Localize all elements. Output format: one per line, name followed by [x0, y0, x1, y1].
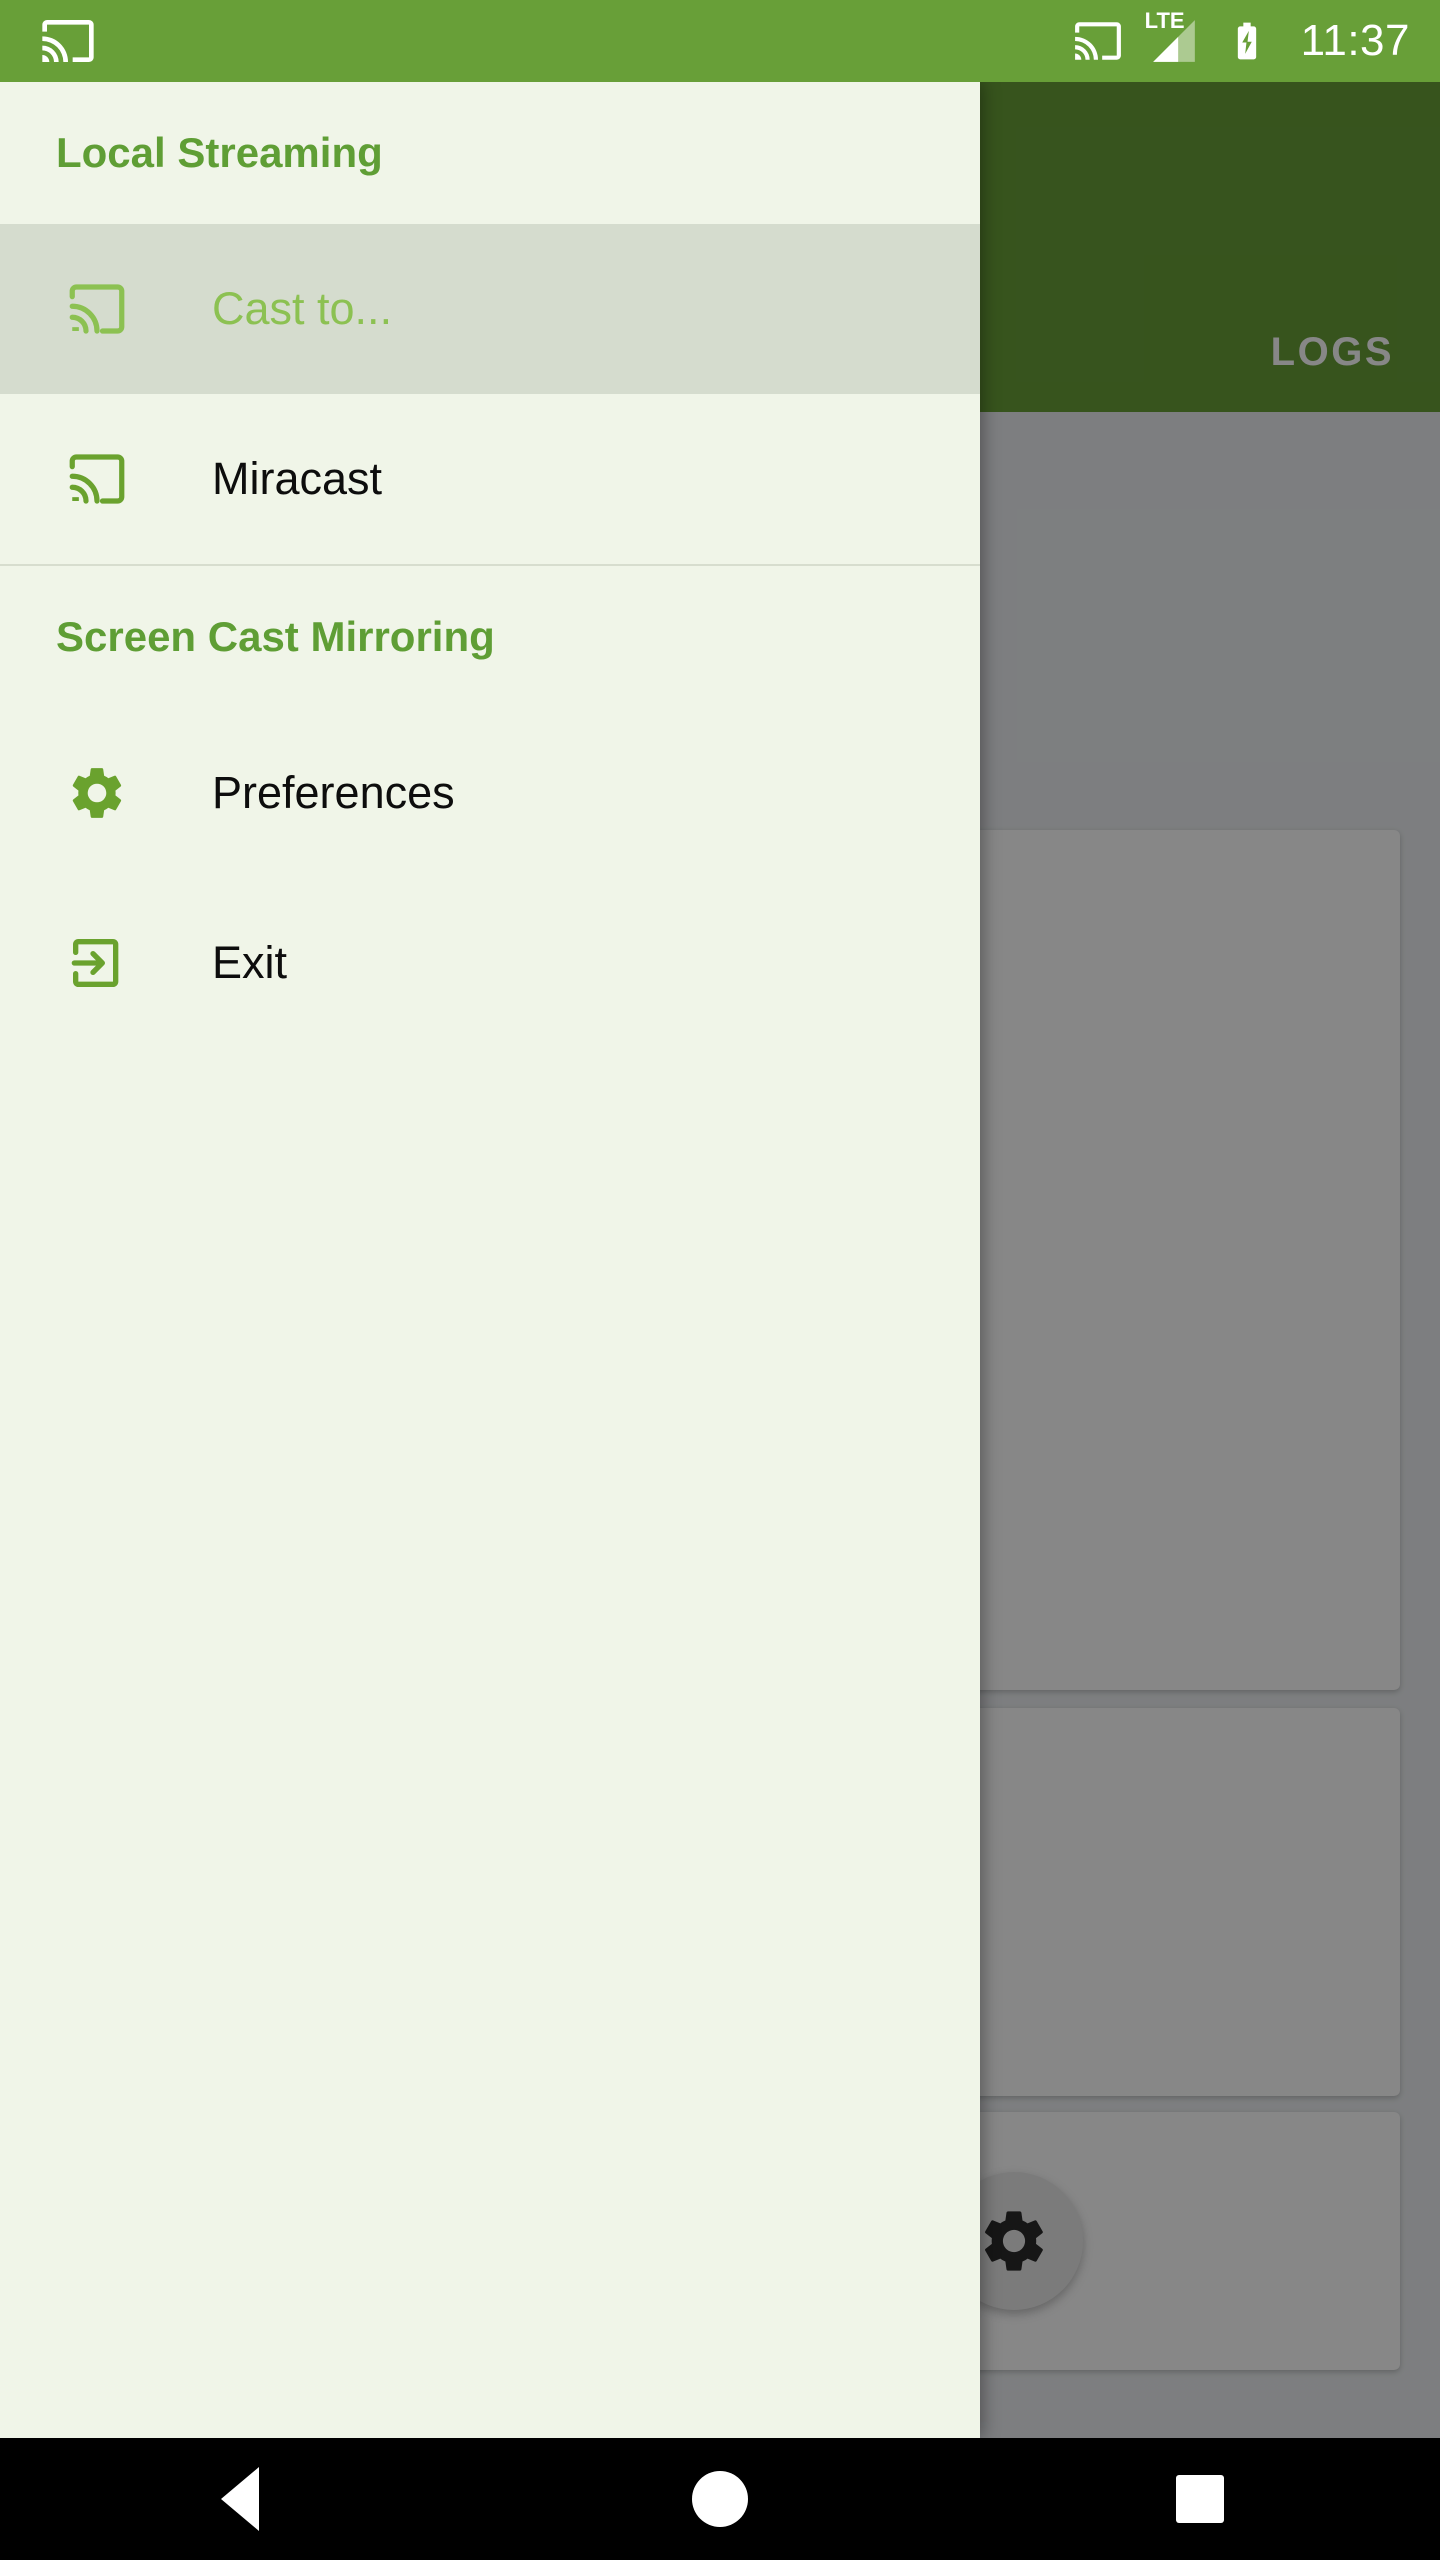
- navigation-drawer: Local Streaming Cast to... Miracast Scre…: [0, 82, 980, 2438]
- network-type-label: LTE: [1144, 8, 1185, 33]
- android-navigation-bar: [0, 2438, 1440, 2560]
- signal-cellular-icon: LTE: [1145, 10, 1199, 66]
- drawer-item-preferences[interactable]: Preferences: [0, 708, 980, 878]
- back-triangle-icon: [221, 2467, 259, 2531]
- section-title-local-streaming: Local Streaming: [56, 129, 383, 176]
- battery-charging-icon: [1225, 19, 1269, 63]
- home-circle-icon: [692, 2471, 748, 2527]
- cast-icon: [60, 272, 134, 346]
- section-title-screen-cast-mirroring: Screen Cast Mirroring: [56, 613, 495, 660]
- status-bar: LTE 11:37: [0, 0, 1440, 82]
- nav-back-button[interactable]: [150, 2438, 330, 2560]
- status-bar-clock: 11:37: [1300, 16, 1410, 65]
- cast-notification-icon: [40, 13, 96, 69]
- drawer-item-exit[interactable]: Exit: [0, 878, 980, 1048]
- gear-icon: [60, 756, 134, 830]
- phone-screen: LOGS your Local Streaming: [0, 0, 1440, 2560]
- cast-icon: [60, 442, 134, 516]
- cast-icon: [1073, 16, 1123, 66]
- drawer-item-label: Preferences: [212, 767, 455, 818]
- status-bar-right: LTE 11:37: [1073, 10, 1410, 66]
- exit-icon: [60, 926, 134, 1000]
- drawer-item-label: Miracast: [212, 453, 383, 504]
- drawer-item-cast-to[interactable]: Cast to...: [0, 224, 980, 394]
- drawer-item-miracast[interactable]: Miracast: [0, 394, 980, 564]
- nav-home-button[interactable]: [630, 2438, 810, 2560]
- recents-square-icon: [1176, 2475, 1224, 2523]
- drawer-item-label: Exit: [212, 937, 288, 988]
- status-bar-left: [40, 13, 96, 69]
- drawer-item-label: Cast to...: [212, 283, 393, 334]
- nav-recents-button[interactable]: [1110, 2438, 1290, 2560]
